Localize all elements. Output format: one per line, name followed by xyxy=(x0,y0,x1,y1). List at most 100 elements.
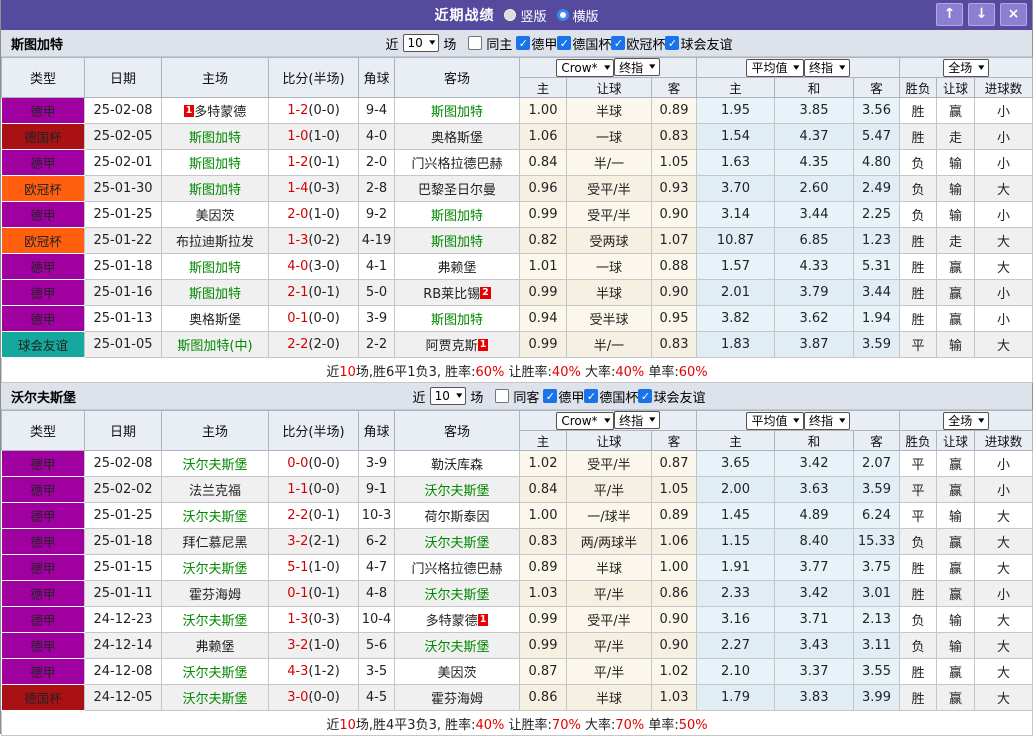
radio-checked-icon[interactable] xyxy=(504,9,517,21)
result-outcome: 胜 xyxy=(899,305,938,332)
checkbox-checked-icon[interactable]: ✓ xyxy=(665,36,680,50)
avg-home-odds: 1.91 xyxy=(696,554,775,581)
match-score[interactable]: 1-3(0-2) xyxy=(268,227,359,254)
league-filter-球会友谊[interactable]: ✓ 球会友谊 xyxy=(665,34,732,53)
match-score[interactable]: 5-1(1-0) xyxy=(268,554,359,581)
match-score[interactable]: 1-4(0-3) xyxy=(268,175,359,202)
checkbox-checked-icon[interactable]: ✓ xyxy=(543,389,558,403)
match-score[interactable]: 1-1(0-0) xyxy=(268,476,359,503)
result-handicap: 输 xyxy=(936,502,976,529)
match-score[interactable]: 1-3(0-3) xyxy=(268,606,359,633)
odds-away: 0.89 xyxy=(651,502,697,529)
corner-count: 3-5 xyxy=(358,658,395,685)
fulltime-score[interactable]: 1-1 xyxy=(287,482,308,497)
halftime-score: (1-0) xyxy=(308,560,340,575)
avg-away-odds: 5.47 xyxy=(852,123,901,150)
match-score[interactable]: 2-1(0-1) xyxy=(268,279,359,306)
fulltime-score[interactable]: 1-4 xyxy=(287,181,308,196)
league-filter-德甲[interactable]: ✓ 德甲 xyxy=(543,387,584,406)
checkbox-checked-icon[interactable]: ✓ xyxy=(638,389,653,403)
league-filter-德国杯[interactable]: ✓ 德国杯 xyxy=(557,34,611,53)
result-goals: 大 xyxy=(974,227,1033,254)
move-up-button[interactable]: ↑ xyxy=(936,3,963,26)
avg-select[interactable]: 平均值 ▾ xyxy=(746,411,805,430)
titlebar: 近期战绩 竖版 横版 ↑ ↓ × xyxy=(1,0,1032,30)
league-filter-欧冠杯[interactable]: ✓ 欧冠杯 xyxy=(611,34,665,53)
match-score[interactable]: 0-1(0-0) xyxy=(268,305,359,332)
fulltime-score[interactable]: 3-2 xyxy=(287,534,308,549)
fulltime-score[interactable]: 0-1 xyxy=(287,586,308,601)
result-handicap: 赢 xyxy=(936,450,976,477)
home-team-name: 美因茨 xyxy=(195,209,235,224)
same-venue-checkbox[interactable] xyxy=(495,389,510,403)
fulltime-select[interactable]: 全场 ▾ xyxy=(943,411,989,430)
checkbox-checked-icon[interactable]: ✓ xyxy=(611,36,626,50)
radio-unchecked-icon[interactable] xyxy=(556,9,569,21)
fulltime-score[interactable]: 2-2 xyxy=(287,337,308,352)
match-count-select[interactable]: 10 ▾ xyxy=(429,387,467,405)
result-goals: 大 xyxy=(974,606,1033,633)
league-filter-球会友谊[interactable]: ✓ 球会友谊 xyxy=(638,387,705,406)
checkbox-checked-icon[interactable]: ✓ xyxy=(557,36,572,50)
fulltime-score[interactable]: 3-2 xyxy=(287,638,308,653)
match-score[interactable]: 2-2(0-1) xyxy=(268,502,359,529)
fulltime-score[interactable]: 4-3 xyxy=(287,664,308,679)
fulltime-score[interactable]: 1-2 xyxy=(287,103,308,118)
fulltime-score[interactable]: 1-3 xyxy=(287,612,308,627)
fulltime-score[interactable]: 1-3 xyxy=(287,233,308,248)
match-score[interactable]: 0-1(0-1) xyxy=(268,580,359,607)
home-team: 斯图加特 xyxy=(161,123,269,150)
fulltime-score[interactable]: 1-2 xyxy=(287,155,308,170)
fulltime-score[interactable]: 0-1 xyxy=(287,311,308,326)
fulltime-score[interactable]: 2-2 xyxy=(287,508,308,523)
layout-vertical-radio[interactable]: 竖版 xyxy=(504,6,547,25)
match-date: 25-01-18 xyxy=(84,253,162,280)
home-team: 沃尔夫斯堡 xyxy=(161,450,269,477)
team-name-title: 沃尔夫斯堡 xyxy=(11,390,77,406)
result-handicap: 输 xyxy=(936,331,976,358)
avg-select[interactable]: 平均值 ▾ xyxy=(746,58,805,77)
avg-final-select[interactable]: 终指 ▾ xyxy=(804,58,850,77)
fulltime-score[interactable]: 3-0 xyxy=(287,690,308,705)
match-score[interactable]: 4-0(3-0) xyxy=(268,253,359,280)
match-score[interactable]: 3-0(0-0) xyxy=(268,684,359,711)
match-score[interactable]: 1-0(1-0) xyxy=(268,123,359,150)
match-score[interactable]: 1-2(0-1) xyxy=(268,149,359,176)
fulltime-score[interactable]: 2-1 xyxy=(287,285,308,300)
match-score[interactable]: 3-2(2-1) xyxy=(268,528,359,555)
avg-away-odds: 3.55 xyxy=(852,658,901,685)
match-score[interactable]: 2-2(2-0) xyxy=(268,331,359,358)
odds-handicap: 平/半 xyxy=(566,632,652,659)
fulltime-score[interactable]: 5-1 xyxy=(287,560,308,575)
avg-home-odds: 2.01 xyxy=(696,279,775,306)
fulltime-score[interactable]: 4-0 xyxy=(287,259,308,274)
checkbox-checked-icon[interactable]: ✓ xyxy=(516,36,531,50)
same-venue-checkbox[interactable] xyxy=(468,36,483,50)
away-team-name: 多特蒙德 xyxy=(425,614,478,629)
match-score[interactable]: 0-0(0-0) xyxy=(268,450,359,477)
league-filter-德国杯[interactable]: ✓ 德国杯 xyxy=(584,387,638,406)
fulltime-score[interactable]: 2-0 xyxy=(287,207,308,222)
odds-source-select[interactable]: Crow* ▾ xyxy=(556,58,615,77)
match-score[interactable]: 3-2(1-0) xyxy=(268,632,359,659)
match-score[interactable]: 4-3(1-2) xyxy=(268,658,359,685)
checkbox-checked-icon[interactable]: ✓ xyxy=(584,389,599,403)
league-filter-德甲[interactable]: ✓ 德甲 xyxy=(516,34,557,53)
match-score[interactable]: 1-2(0-0) xyxy=(268,97,359,124)
close-button[interactable]: × xyxy=(1000,3,1027,26)
fulltime-score[interactable]: 0-0 xyxy=(287,456,308,471)
match-score[interactable]: 2-0(1-0) xyxy=(268,201,359,228)
match-date: 25-01-11 xyxy=(84,580,162,607)
match-count-select[interactable]: 10 ▾ xyxy=(402,34,440,52)
match-date: 25-01-30 xyxy=(84,175,162,202)
layout-horizontal-radio[interactable]: 横版 xyxy=(556,6,599,25)
fulltime-score[interactable]: 1-0 xyxy=(287,129,308,144)
avg-final-select[interactable]: 终指 ▾ xyxy=(804,411,850,430)
odds-source-select[interactable]: Crow* ▾ xyxy=(556,411,615,430)
odds-final-select[interactable]: 终指 ▾ xyxy=(614,58,660,77)
fulltime-select[interactable]: 全场 ▾ xyxy=(943,58,989,77)
col-type: 类型 xyxy=(1,57,85,98)
odds-final-select[interactable]: 终指 ▾ xyxy=(614,411,660,430)
corner-count: 3-9 xyxy=(358,305,395,332)
move-down-button[interactable]: ↓ xyxy=(968,3,995,26)
